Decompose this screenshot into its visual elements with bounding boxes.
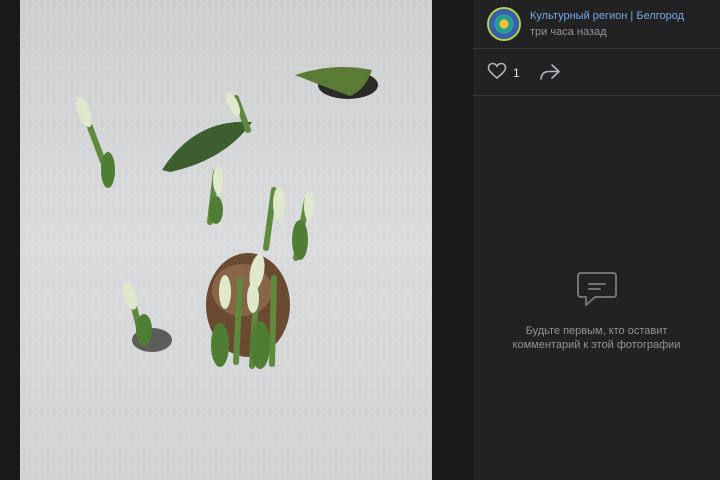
share-arrow-icon (539, 64, 561, 85)
empty-comments-placeholder: Будьте первым, кто оставит комментарий к… (473, 270, 720, 352)
post-side-panel: Культурный регион | Белгород три часа на… (473, 0, 720, 480)
like-button[interactable]: 1 (487, 62, 520, 85)
empty-comments-text-line1: Будьте первым, кто оставит (525, 325, 668, 337)
like-count: 1 (513, 66, 520, 80)
post-actions: 1 (473, 49, 720, 96)
photo-viewer (0, 0, 473, 480)
post-time[interactable]: три часа назад (530, 26, 607, 38)
photo-image (20, 0, 432, 480)
author-name-link[interactable]: Культурный регион | Белгород (530, 10, 684, 22)
heart-icon (487, 62, 507, 85)
empty-comments-text-line2: комментарий к этой фотографии (512, 339, 681, 351)
speech-bubble-icon (473, 270, 720, 310)
photo-snowdrops-in-snow[interactable] (20, 0, 432, 480)
share-button[interactable] (539, 63, 561, 86)
post-header: Культурный регион | Белгород три часа на… (473, 0, 720, 49)
author-avatar[interactable] (487, 7, 521, 41)
